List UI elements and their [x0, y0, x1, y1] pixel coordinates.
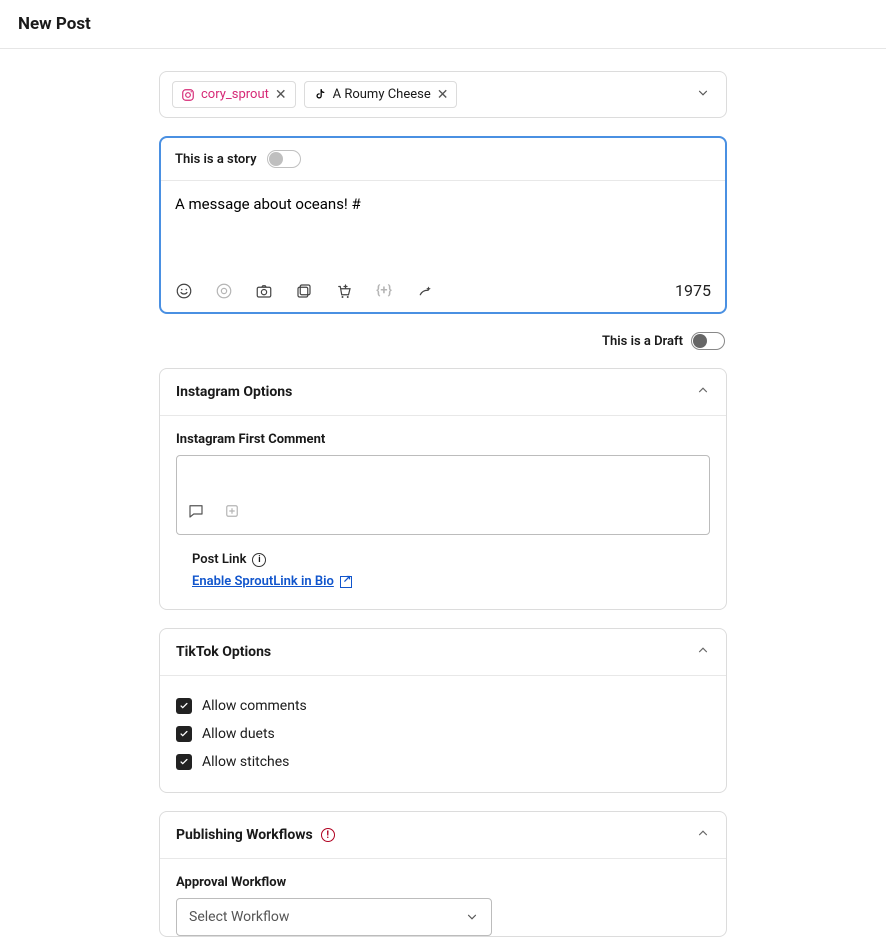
- comment-icon[interactable]: [187, 502, 205, 524]
- account-chip-instagram[interactable]: cory_sprout ✕: [172, 81, 296, 108]
- allow-duets-label: Allow duets: [202, 726, 275, 742]
- section-title: Instagram Options: [176, 384, 292, 400]
- page-title: New Post: [18, 14, 868, 34]
- enable-sproutlink-link[interactable]: Enable SproutLink in Bio: [192, 574, 352, 589]
- workflows-header[interactable]: Publishing Workflows !: [160, 812, 726, 859]
- emoji-icon[interactable]: [175, 282, 193, 300]
- instagram-icon: [181, 88, 195, 102]
- draft-row: This is a Draft: [161, 332, 725, 350]
- approval-workflow-label: Approval Workflow: [176, 875, 710, 890]
- chevron-down-icon: [696, 86, 710, 100]
- accounts-card: cory_sprout ✕ A Roumy Cheese ✕: [159, 71, 727, 118]
- camera-icon[interactable]: [255, 282, 273, 300]
- magic-icon[interactable]: [415, 282, 433, 300]
- alert-icon: !: [321, 828, 335, 842]
- workflows-card: Publishing Workflows ! Approval Workflow…: [159, 811, 727, 937]
- account-name: A Roumy Cheese: [333, 87, 431, 102]
- story-label: This is a story: [175, 152, 257, 167]
- tiktok-options-header[interactable]: TikTok Options: [160, 629, 726, 676]
- story-toggle[interactable]: [267, 150, 301, 168]
- shopping-icon[interactable]: [335, 282, 353, 300]
- remove-account-icon[interactable]: ✕: [275, 88, 287, 102]
- chevron-up-icon: [696, 826, 710, 844]
- info-icon[interactable]: i: [252, 553, 266, 567]
- chevron-up-icon: [696, 643, 710, 661]
- account-name: cory_sprout: [201, 87, 269, 102]
- external-link-icon: [340, 576, 352, 588]
- allow-duets-checkbox[interactable]: [176, 726, 192, 742]
- char-count: 1975: [675, 281, 711, 300]
- instagram-options-header[interactable]: Instagram Options: [160, 369, 726, 416]
- tiktok-icon: [313, 88, 327, 102]
- post-link-label: Post Link: [192, 552, 246, 567]
- gallery-icon[interactable]: [295, 282, 313, 300]
- draft-label: This is a Draft: [602, 334, 683, 349]
- chevron-down-icon: [465, 910, 479, 924]
- tiktok-options-card: TikTok Options Allow comments Allow duet…: [159, 628, 727, 793]
- workflow-select[interactable]: Select Workflow: [176, 898, 492, 936]
- variable-icon[interactable]: {+}: [375, 282, 393, 300]
- draft-toggle[interactable]: [691, 332, 725, 350]
- section-title: TikTok Options: [176, 644, 271, 660]
- mention-icon[interactable]: [215, 282, 233, 300]
- allow-stitches-label: Allow stitches: [202, 754, 289, 770]
- section-title: Publishing Workflows: [176, 827, 313, 843]
- composer-card: This is a story {+} 1975: [159, 136, 727, 314]
- select-placeholder: Select Workflow: [189, 909, 289, 925]
- remove-account-icon[interactable]: ✕: [437, 88, 449, 102]
- page-header: New Post: [0, 0, 886, 49]
- add-media-icon[interactable]: [223, 502, 241, 524]
- first-comment-label: Instagram First Comment: [176, 432, 710, 447]
- accounts-dropdown[interactable]: [692, 82, 714, 108]
- chevron-up-icon: [696, 383, 710, 401]
- account-chip-tiktok[interactable]: A Roumy Cheese ✕: [304, 81, 458, 108]
- post-text-input[interactable]: [161, 181, 725, 269]
- allow-comments-checkbox[interactable]: [176, 698, 192, 714]
- instagram-options-card: Instagram Options Instagram First Commen…: [159, 368, 727, 610]
- allow-comments-label: Allow comments: [202, 698, 307, 714]
- first-comment-input[interactable]: [176, 455, 710, 535]
- allow-stitches-checkbox[interactable]: [176, 754, 192, 770]
